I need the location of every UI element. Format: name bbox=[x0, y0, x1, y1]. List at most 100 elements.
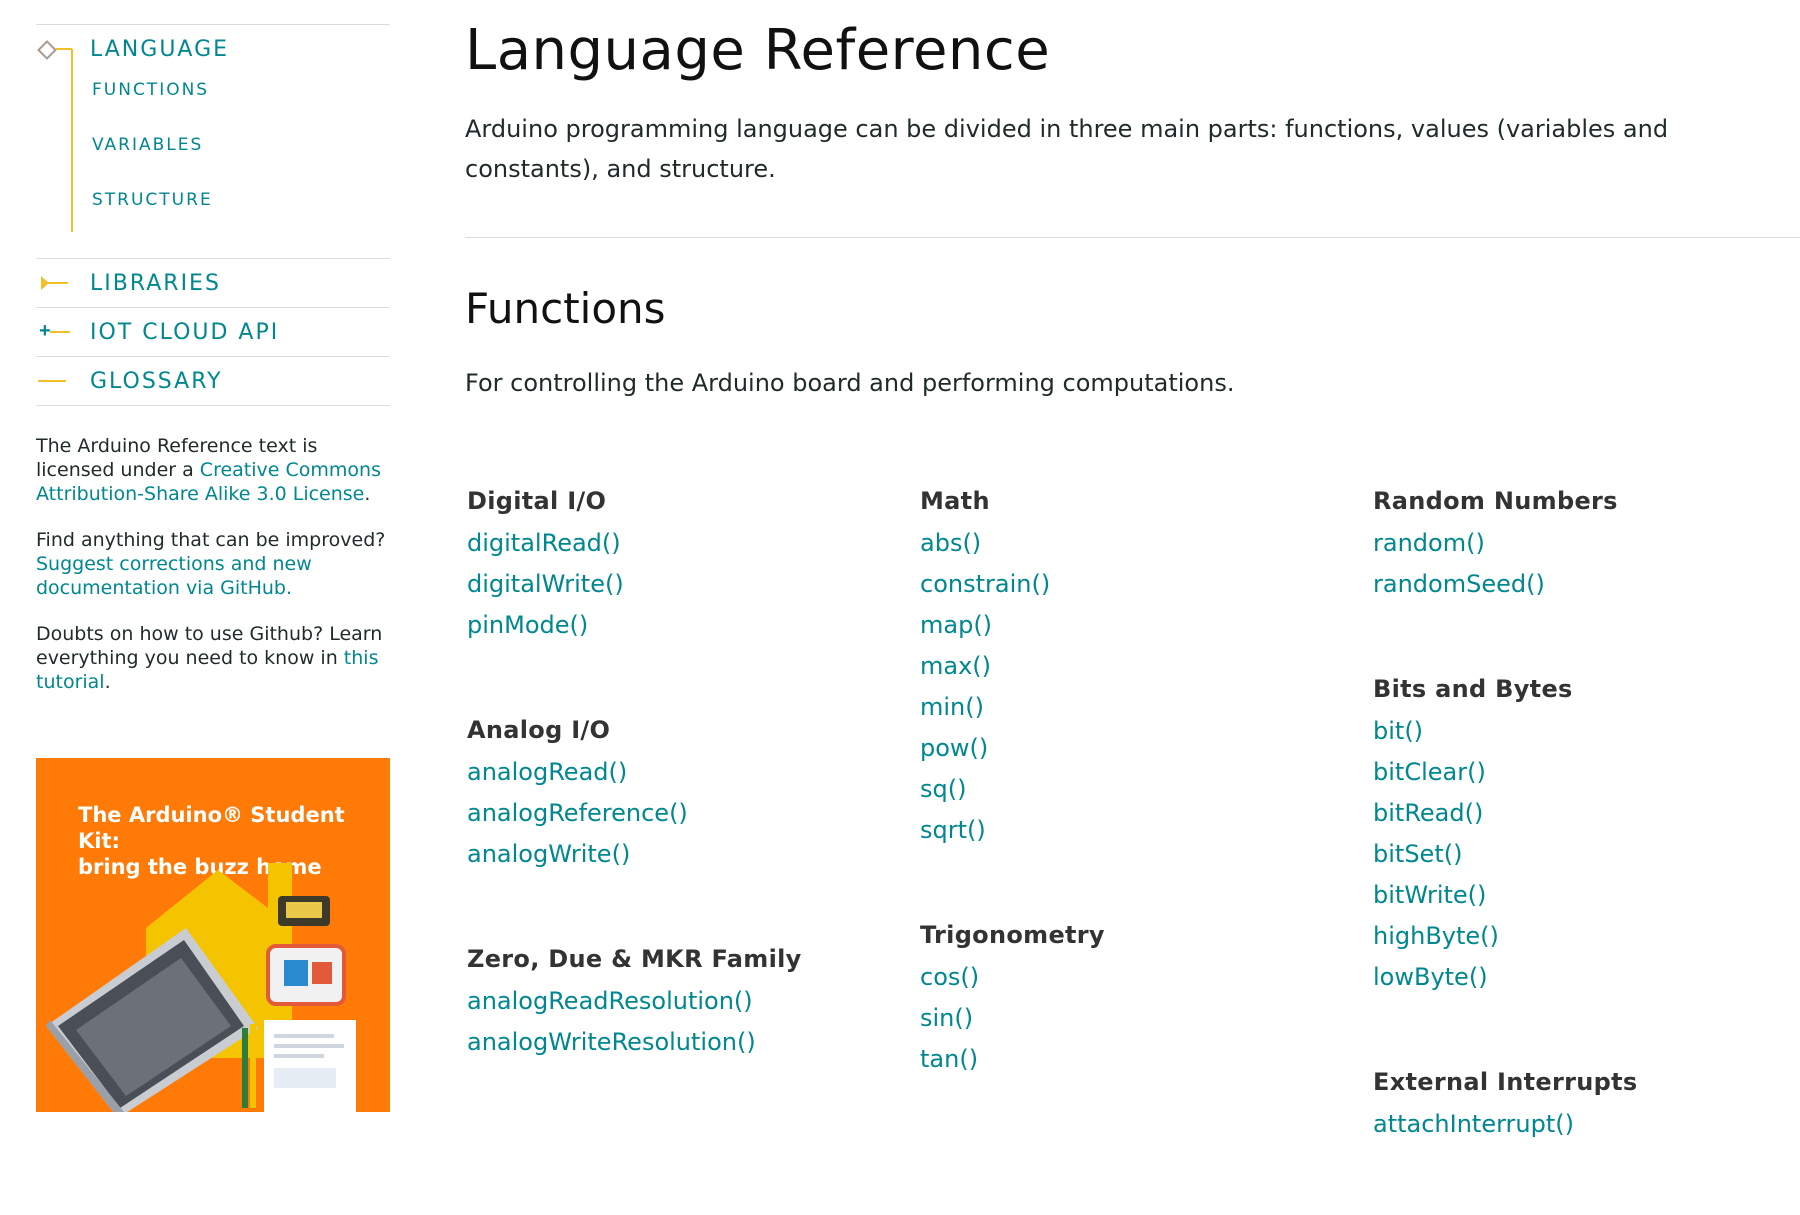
function-link[interactable]: lowByte() bbox=[1373, 963, 1488, 991]
category-heading: External Interrupts bbox=[1373, 1068, 1638, 1096]
function-link[interactable]: min() bbox=[920, 693, 984, 721]
function-list: cos() sin() tan() bbox=[920, 963, 1350, 1086]
promo-illustration bbox=[46, 863, 356, 1112]
function-link[interactable]: analogRead() bbox=[467, 758, 627, 786]
category-heading: Zero, Due & MKR Family bbox=[467, 945, 802, 973]
main-content: Language Reference Arduino programming l… bbox=[465, 0, 1800, 1138]
category-heading: Digital I/O bbox=[467, 487, 607, 515]
list-item: sqrt() bbox=[920, 816, 1350, 857]
kit-box-icon bbox=[266, 944, 346, 1006]
function-link[interactable]: analogReference() bbox=[467, 799, 688, 827]
nav-item-language[interactable]: LANGUAGE bbox=[90, 37, 229, 62]
function-link[interactable]: cos() bbox=[920, 963, 979, 991]
list-item: abs() bbox=[920, 529, 1350, 570]
caret-right-icon bbox=[36, 259, 90, 307]
function-list: attachInterrupt() bbox=[1373, 1110, 1800, 1151]
list-item: pinMode() bbox=[467, 611, 897, 652]
function-link[interactable]: constrain() bbox=[920, 570, 1050, 598]
list-item: attachInterrupt() bbox=[1373, 1110, 1800, 1151]
function-link[interactable]: pow() bbox=[920, 734, 988, 762]
category-trigonometry: Trigonometry cos() sin() tan() bbox=[920, 921, 1350, 1086]
list-item: analogRead() bbox=[467, 758, 897, 799]
function-link[interactable]: analogReadResolution() bbox=[467, 987, 753, 1015]
list-item: digitalRead() bbox=[467, 529, 897, 570]
list-item: randomSeed() bbox=[1373, 570, 1800, 611]
functions-column-2: Math abs() constrain() map() max() min() pow(… bbox=[920, 487, 1350, 1150]
function-link[interactable]: sq() bbox=[920, 775, 966, 803]
github-help-note: Doubts on how to use Github? Learn every… bbox=[36, 622, 390, 694]
function-link[interactable]: bitWrite() bbox=[1373, 881, 1486, 909]
function-list: analogReadResolution() analogWriteResolut… bbox=[467, 987, 897, 1069]
list-item: lowByte() bbox=[1373, 963, 1800, 1004]
function-link[interactable]: digitalWrite() bbox=[467, 570, 624, 598]
nav-section-language: LANGUAGE FUNCTIONS VARIABLES STRUCTURE bbox=[36, 25, 390, 258]
function-list: abs() constrain() map() max() min() pow() sq()… bbox=[920, 529, 1350, 857]
list-item: analogWriteResolution() bbox=[467, 1028, 897, 1069]
list-item: constrain() bbox=[920, 570, 1350, 611]
function-link[interactable]: sqrt() bbox=[920, 816, 986, 844]
nav-section-iot-cloud-api: + IOT CLOUD API bbox=[36, 308, 390, 356]
nav-section-libraries: LIBRARIES bbox=[36, 259, 390, 307]
suggest-corrections-link[interactable]: Suggest corrections and new documentatio… bbox=[36, 553, 312, 599]
function-link[interactable]: bit() bbox=[1373, 717, 1423, 745]
nav-section-glossary: GLOSSARY bbox=[36, 357, 390, 405]
sidebar: LANGUAGE FUNCTIONS VARIABLES STRUCTURE L… bbox=[36, 24, 390, 716]
plus-icon: + bbox=[36, 308, 90, 356]
function-link[interactable]: pinMode() bbox=[467, 611, 588, 639]
function-link[interactable]: random() bbox=[1373, 529, 1485, 557]
function-link[interactable]: bitRead() bbox=[1373, 799, 1483, 827]
list-item: map() bbox=[920, 611, 1350, 652]
list-item: tan() bbox=[920, 1045, 1350, 1086]
multimeter-icon bbox=[278, 896, 330, 926]
function-link[interactable]: analogWriteResolution() bbox=[467, 1028, 756, 1056]
category-heading: Analog I/O bbox=[467, 716, 611, 744]
function-link[interactable]: digitalRead() bbox=[467, 529, 621, 557]
list-item: analogReference() bbox=[467, 799, 897, 840]
improve-text: Find anything that can be improved? bbox=[36, 529, 386, 551]
nav-item-iot-cloud-api[interactable]: IOT CLOUD API bbox=[90, 320, 279, 345]
list-item: bitWrite() bbox=[1373, 881, 1800, 922]
nav-item-libraries[interactable]: LIBRARIES bbox=[90, 271, 221, 296]
license-note: The Arduino Reference text is licensed u… bbox=[36, 434, 390, 506]
nav-subitem-variables[interactable]: VARIABLES bbox=[92, 128, 390, 183]
nav-sublist-language: FUNCTIONS VARIABLES STRUCTURE bbox=[36, 49, 390, 258]
list-item: analogReadResolution() bbox=[467, 987, 897, 1028]
function-link[interactable]: highByte() bbox=[1373, 922, 1499, 950]
list-item: analogWrite() bbox=[467, 840, 897, 881]
function-link[interactable]: map() bbox=[920, 611, 992, 639]
category-heading: Random Numbers bbox=[1373, 487, 1618, 515]
list-item: max() bbox=[920, 652, 1350, 693]
function-link[interactable]: randomSeed() bbox=[1373, 570, 1545, 598]
category-heading: Math bbox=[920, 487, 990, 515]
function-list: random() randomSeed() bbox=[1373, 529, 1800, 611]
github-help-suffix: . bbox=[104, 671, 111, 693]
nav-subitem-functions[interactable]: FUNCTIONS bbox=[92, 73, 390, 128]
diamond-icon bbox=[36, 25, 90, 73]
function-link[interactable]: bitClear() bbox=[1373, 758, 1486, 786]
category-analog-io: Analog I/O analogRead() analogReference()… bbox=[467, 716, 897, 881]
page-title: Language Reference bbox=[465, 18, 1051, 83]
function-list: bit() bitClear() bitRead() bitSet() bitWrite… bbox=[1373, 717, 1800, 1004]
list-item: pow() bbox=[920, 734, 1350, 775]
function-link[interactable]: sin() bbox=[920, 1004, 973, 1032]
function-link[interactable]: bitSet() bbox=[1373, 840, 1462, 868]
list-item: bitSet() bbox=[1373, 840, 1800, 881]
function-link[interactable]: attachInterrupt() bbox=[1373, 1110, 1574, 1138]
category-bits-and-bytes: Bits and Bytes bit() bitClear() bitRead() b… bbox=[1373, 675, 1800, 1004]
category-zero-due-mkr: Zero, Due & MKR Family analogReadResolut… bbox=[467, 945, 897, 1069]
list-item: bitClear() bbox=[1373, 758, 1800, 799]
function-link[interactable]: analogWrite() bbox=[467, 840, 630, 868]
list-item: sq() bbox=[920, 775, 1350, 816]
list-item: bit() bbox=[1373, 717, 1800, 758]
function-link[interactable]: abs() bbox=[920, 529, 981, 557]
category-external-interrupts: External Interrupts attachInterrupt() bbox=[1373, 1068, 1800, 1151]
functions-description: For controlling the Arduino board and pe… bbox=[465, 369, 1235, 397]
nav-subitem-structure[interactable]: STRUCTURE bbox=[92, 183, 390, 238]
worksheet-icon bbox=[264, 1020, 356, 1112]
nav-item-glossary[interactable]: GLOSSARY bbox=[90, 369, 223, 394]
function-link[interactable]: max() bbox=[920, 652, 991, 680]
list-item: digitalWrite() bbox=[467, 570, 897, 611]
function-link[interactable]: tan() bbox=[920, 1045, 978, 1073]
function-list: digitalRead() digitalWrite() pinMode() bbox=[467, 529, 897, 652]
student-kit-promo-banner[interactable]: The Arduino® Student Kit: bring the buzz… bbox=[36, 758, 390, 1112]
